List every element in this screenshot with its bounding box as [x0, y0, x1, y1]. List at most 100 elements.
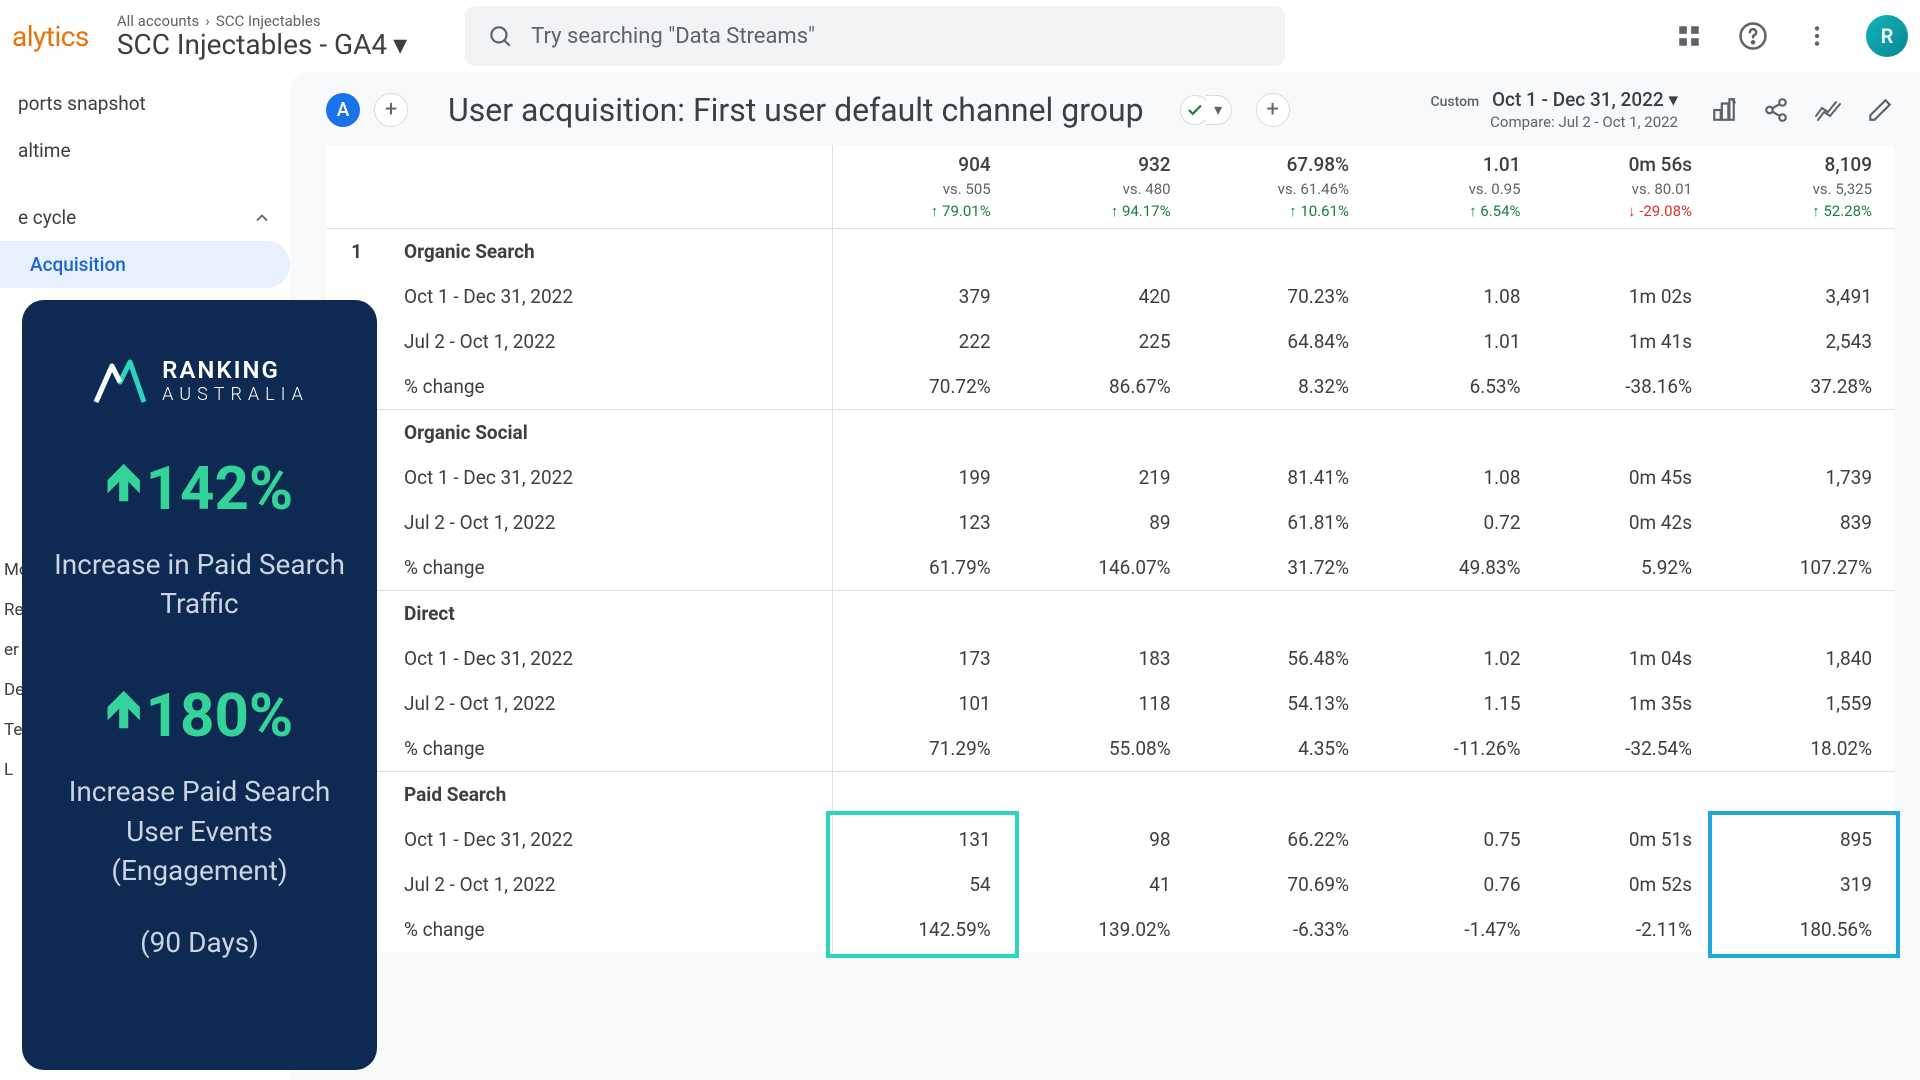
row-index: 1 [326, 229, 382, 275]
percent-change-cell: 86.67% [1013, 364, 1193, 410]
metric-cell: 54 [832, 862, 1013, 907]
percent-change-cell: 18.02% [1714, 726, 1894, 772]
metric-cell: 56.48% [1193, 636, 1371, 681]
totals-label-cell [326, 145, 832, 229]
overlay-metric-1-label: Increase in Paid Search Traffic [46, 545, 353, 623]
metric-cell: 420 [1013, 274, 1193, 319]
metric-cell: 1,840 [1714, 636, 1894, 681]
percent-change-cell: 5.92% [1543, 545, 1715, 591]
metric-cell: 70.69% [1193, 862, 1371, 907]
overlay-metric-1: 🡹 142% [46, 446, 353, 531]
property-selector[interactable]: All accounts › SCC Injectables SCC Injec… [117, 12, 407, 61]
metric-cell: 173 [832, 636, 1013, 681]
metric-cell: 0.72 [1371, 500, 1543, 545]
metric-cell: 1m 41s [1543, 319, 1715, 364]
percent-change-cell: 70.72% [832, 364, 1013, 410]
period-current-label: Oct 1 - Dec 31, 2022 [382, 817, 832, 862]
percent-change-cell: 180.56% [1714, 907, 1894, 952]
dimension-dropdown[interactable]: ▾ [1206, 95, 1232, 125]
percent-change-label: % change [382, 545, 832, 591]
top-bar: alytics All accounts › SCC Injectables S… [0, 0, 1920, 72]
percent-change-cell: 139.02% [1013, 907, 1193, 952]
percent-change-cell: -6.33% [1193, 907, 1371, 952]
metric-cell: 1.15 [1371, 681, 1543, 726]
help-icon[interactable] [1738, 21, 1768, 51]
metric-cell: 1,559 [1714, 681, 1894, 726]
percent-change-cell: 142.59% [832, 907, 1013, 952]
metric-cell: 1m 04s [1543, 636, 1715, 681]
channel-name[interactable]: Organic Search [382, 229, 832, 275]
percent-change-cell: -1.47% [1371, 907, 1543, 952]
metric-cell: 123 [832, 500, 1013, 545]
promo-overlay-card: RANKING AUSTRALIA 🡹 142% Increase in Pai… [22, 300, 377, 1070]
product-logo: alytics [12, 20, 89, 53]
share-icon[interactable] [1762, 96, 1790, 124]
apps-icon[interactable] [1674, 21, 1704, 51]
percent-change-cell: -11.26% [1371, 726, 1543, 772]
metric-cell: 1.01 [1371, 319, 1543, 364]
metric-cell: 1.08 [1371, 274, 1543, 319]
date-range-label: Custom [1430, 94, 1479, 110]
percent-change-cell: 71.29% [832, 726, 1013, 772]
metric-cell: 1m 02s [1543, 274, 1715, 319]
metric-cell: 319 [1714, 862, 1894, 907]
period-previous-label: Jul 2 - Oct 1, 2022 [382, 500, 832, 545]
metric-cell: 61.81% [1193, 500, 1371, 545]
period-current-label: Oct 1 - Dec 31, 2022 [382, 274, 832, 319]
overlay-metric-2: 🡹 180% [46, 673, 353, 758]
percent-change-cell: -2.11% [1543, 907, 1715, 952]
channel-name[interactable]: Direct [382, 591, 832, 637]
channel-name[interactable]: Paid Search [382, 772, 832, 818]
search-input[interactable]: Try searching "Data Streams" [465, 6, 1285, 66]
chevron-up-icon [252, 208, 272, 228]
add-dimension-button[interactable]: + [1256, 93, 1290, 127]
metric-cell: 0m 52s [1543, 862, 1715, 907]
metric-cell: 0.76 [1371, 862, 1543, 907]
property-name: SCC Injectables - GA4 [117, 28, 387, 61]
totals-cell: 932vs. 480↑ 94.17% [1013, 145, 1193, 229]
date-range-picker[interactable]: Custom Oct 1 - Dec 31, 2022 ▾ Compare: J… [1430, 88, 1678, 131]
date-range-value: Oct 1 - Dec 31, 2022 [1492, 88, 1664, 111]
account-avatar[interactable]: R [1866, 15, 1908, 57]
metric-cell: 225 [1013, 319, 1193, 364]
metric-cell: 0.75 [1371, 817, 1543, 862]
add-segment-button[interactable]: + [374, 93, 408, 127]
overlay-logo-mark-icon [90, 356, 148, 406]
more-vert-icon[interactable] [1802, 21, 1832, 51]
percent-change-cell: 37.28% [1714, 364, 1894, 410]
caret-down-icon: ▾ [1668, 88, 1678, 111]
report-table: 904vs. 505↑ 79.01%932vs. 480↑ 94.17%67.9… [326, 145, 1894, 952]
percent-change-cell: 146.07% [1013, 545, 1193, 591]
nav-realtime[interactable]: altime [0, 127, 290, 174]
percent-change-cell: 49.83% [1371, 545, 1543, 591]
metric-cell: 70.23% [1193, 274, 1371, 319]
period-current-label: Oct 1 - Dec 31, 2022 [382, 636, 832, 681]
period-previous-label: Jul 2 - Oct 1, 2022 [382, 862, 832, 907]
metric-cell: 183 [1013, 636, 1193, 681]
overlay-logo: RANKING AUSTRALIA [46, 356, 353, 406]
segment-chip[interactable]: A [326, 93, 360, 127]
channel-name[interactable]: Organic Social [382, 410, 832, 456]
period-current-label: Oct 1 - Dec 31, 2022 [382, 455, 832, 500]
edit-icon[interactable] [1866, 96, 1894, 124]
arrow-up-icon: 🡹 [106, 673, 142, 758]
metric-cell: 2,543 [1714, 319, 1894, 364]
nav-reports-snapshot[interactable]: ports snapshot [0, 80, 290, 127]
metric-cell: 64.84% [1193, 319, 1371, 364]
percent-change-cell: 55.08% [1013, 726, 1193, 772]
nav-lifecycle[interactable]: e cycle [0, 194, 290, 241]
customize-icon[interactable] [1710, 96, 1738, 124]
nav-acquisition[interactable]: Acquisition [0, 241, 290, 288]
metric-cell: 839 [1714, 500, 1894, 545]
percent-change-label: % change [382, 907, 832, 952]
metric-cell: 81.41% [1193, 455, 1371, 500]
metric-cell: 54.13% [1193, 681, 1371, 726]
insights-icon[interactable] [1814, 96, 1842, 124]
totals-cell: 8,109vs. 5,325↑ 52.28% [1714, 145, 1894, 229]
percent-change-cell: -32.54% [1543, 726, 1715, 772]
metric-cell: 89 [1013, 500, 1193, 545]
metric-cell: 98 [1013, 817, 1193, 862]
percent-change-cell: 8.32% [1193, 364, 1371, 410]
totals-cell: 1.01vs. 0.95↑ 6.54% [1371, 145, 1543, 229]
metric-cell: 199 [832, 455, 1013, 500]
